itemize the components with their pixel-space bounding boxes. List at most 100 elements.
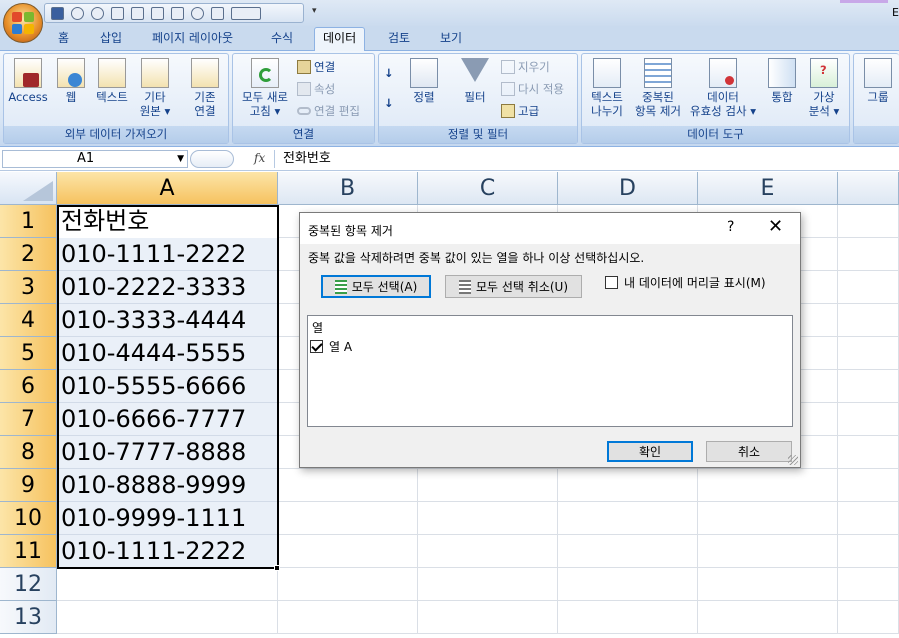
grid-cell[interactable] bbox=[698, 568, 838, 601]
tab-formulas[interactable]: 수식 bbox=[271, 30, 293, 51]
column-a-checkbox-box[interactable] bbox=[310, 340, 323, 353]
grid-cell[interactable] bbox=[698, 469, 838, 502]
grid-cell[interactable] bbox=[558, 469, 698, 502]
row-header[interactable]: 7 bbox=[0, 403, 57, 436]
grid-cell[interactable] bbox=[278, 502, 418, 535]
grid-cell[interactable] bbox=[278, 535, 418, 568]
cell-a-value[interactable]: 010-7777-8888 bbox=[61, 436, 246, 469]
cell-a-value[interactable]: 010-3333-4444 bbox=[61, 304, 246, 337]
unselect-all-button[interactable]: 모두 선택 취소(U) bbox=[445, 275, 582, 298]
tab-home[interactable]: 홈 bbox=[58, 30, 69, 51]
tab-page-layout[interactable]: 페이지 레이아웃 bbox=[152, 30, 233, 51]
textbox-icon[interactable] bbox=[231, 6, 261, 20]
cell-a-value[interactable]: 010-4444-5555 bbox=[61, 337, 246, 370]
grid-cell[interactable] bbox=[698, 601, 838, 634]
grid-cell[interactable] bbox=[57, 568, 278, 601]
web-button[interactable]: 웹 bbox=[56, 58, 86, 104]
column-checkbox-a[interactable]: 열 A bbox=[310, 338, 352, 355]
column-header-f[interactable] bbox=[838, 172, 899, 205]
row-header[interactable]: 3 bbox=[0, 271, 57, 304]
grid-cell[interactable] bbox=[838, 436, 899, 469]
undo-icon[interactable] bbox=[71, 6, 84, 20]
grid-cell[interactable] bbox=[558, 502, 698, 535]
row-header[interactable]: 11 bbox=[0, 535, 57, 568]
grid-cell[interactable] bbox=[838, 535, 899, 568]
grid-cell[interactable] bbox=[698, 502, 838, 535]
headers-checkbox[interactable]: 내 데이터에 머리글 표시(M) bbox=[605, 274, 766, 291]
function-icon[interactable]: fx bbox=[254, 151, 265, 165]
row-header[interactable]: 10 bbox=[0, 502, 57, 535]
other-sources-button[interactable]: 기타 원본 ▾ bbox=[137, 58, 173, 118]
tab-insert[interactable]: 삽입 bbox=[100, 30, 122, 51]
tab-review[interactable]: 검토 bbox=[388, 30, 410, 51]
text-to-columns-button[interactable]: 텍스트 나누기 bbox=[585, 58, 629, 118]
properties-button[interactable]: 속성 bbox=[297, 81, 335, 97]
row-header[interactable]: 1 bbox=[0, 205, 57, 238]
edit-links-button[interactable]: 연결 편집 bbox=[297, 103, 360, 119]
clear-button[interactable]: 지우기 bbox=[501, 59, 550, 75]
grid-cell[interactable] bbox=[558, 535, 698, 568]
data-validation-button[interactable]: 데이터 유효성 검사 ▾ bbox=[686, 58, 760, 118]
grid-cell[interactable] bbox=[698, 535, 838, 568]
row-header[interactable]: 6 bbox=[0, 370, 57, 403]
grid-cell[interactable] bbox=[838, 370, 899, 403]
fill-handle[interactable] bbox=[274, 565, 280, 571]
grid-cell[interactable] bbox=[418, 601, 558, 634]
formula-input[interactable]: 전화번호 bbox=[274, 150, 899, 168]
row-header[interactable]: 12 bbox=[0, 568, 57, 601]
what-if-button[interactable]: ? 가상 분석 ▾ bbox=[804, 58, 844, 118]
tab-view[interactable]: 보기 bbox=[440, 30, 462, 51]
cancel-button[interactable]: 취소 bbox=[706, 441, 792, 462]
grid-cell[interactable] bbox=[418, 469, 558, 502]
ok-button[interactable]: 확인 bbox=[607, 441, 693, 462]
group-button[interactable]: 그룹 bbox=[860, 58, 896, 104]
column-header-e[interactable]: E bbox=[698, 172, 838, 205]
reapply-button[interactable]: 다시 적용 bbox=[501, 81, 564, 97]
name-box[interactable]: A1 ▼ bbox=[2, 150, 188, 168]
columns-list[interactable]: 열 열 A bbox=[307, 315, 793, 427]
option-icon[interactable] bbox=[191, 6, 204, 20]
sort-desc-button[interactable]: ↓ bbox=[384, 96, 394, 110]
column-header-b[interactable]: B bbox=[278, 172, 418, 205]
cell-a-value[interactable]: 010-1111-2222 bbox=[61, 535, 246, 568]
sort-button[interactable]: 정렬 bbox=[406, 58, 442, 104]
edit-icon[interactable] bbox=[211, 6, 224, 20]
cell-a-value[interactable]: 010-2222-3333 bbox=[61, 271, 246, 304]
save-icon[interactable] bbox=[51, 6, 64, 20]
grid-cell[interactable] bbox=[838, 304, 899, 337]
row-header[interactable]: 5 bbox=[0, 337, 57, 370]
cell-a-value[interactable]: 전화번호 bbox=[61, 205, 149, 238]
close-icon[interactable]: ✕ bbox=[768, 216, 783, 237]
refresh-all-button[interactable]: 모두 새로 고침 ▾ bbox=[236, 58, 294, 118]
grid-cell[interactable] bbox=[278, 568, 418, 601]
column-header-c[interactable]: C bbox=[418, 172, 558, 205]
camera-icon[interactable] bbox=[151, 6, 164, 20]
headers-checkbox-box[interactable] bbox=[605, 276, 618, 289]
cell-a-value[interactable]: 010-9999-1111 bbox=[61, 502, 246, 535]
grid-cell[interactable] bbox=[838, 601, 899, 634]
grid-cell[interactable] bbox=[418, 535, 558, 568]
column-header-a[interactable]: A bbox=[57, 172, 278, 205]
grid-cell[interactable] bbox=[838, 502, 899, 535]
consolidate-button[interactable]: 통합 bbox=[764, 58, 800, 104]
row-header[interactable]: 13 bbox=[0, 601, 57, 634]
cell-a-value[interactable]: 010-8888-9999 bbox=[61, 469, 246, 502]
select-all-button[interactable]: 모두 선택(A) bbox=[321, 275, 431, 298]
grid-cell[interactable] bbox=[278, 469, 418, 502]
tab-data[interactable]: 데이터 bbox=[314, 27, 366, 51]
row-header[interactable]: 2 bbox=[0, 238, 57, 271]
column-header-d[interactable]: D bbox=[558, 172, 698, 205]
cell-a-value[interactable]: 010-6666-7777 bbox=[61, 403, 246, 436]
advanced-button[interactable]: 고급 bbox=[501, 103, 539, 119]
existing-connections-button[interactable]: 기존 연결 bbox=[187, 58, 223, 118]
remove-duplicates-button[interactable]: 중복된 항목 제거 bbox=[630, 58, 686, 118]
checkbox-icon[interactable] bbox=[171, 6, 184, 20]
row-header[interactable]: 9 bbox=[0, 469, 57, 502]
text-button[interactable]: 텍스트 bbox=[92, 58, 132, 104]
grid-cell[interactable] bbox=[838, 205, 899, 238]
grid-cell[interactable] bbox=[558, 601, 698, 634]
grid-cell[interactable] bbox=[838, 568, 899, 601]
resize-grip-icon[interactable] bbox=[788, 455, 798, 465]
filter-button[interactable]: 필터 bbox=[457, 58, 493, 104]
grid-cell[interactable] bbox=[838, 238, 899, 271]
